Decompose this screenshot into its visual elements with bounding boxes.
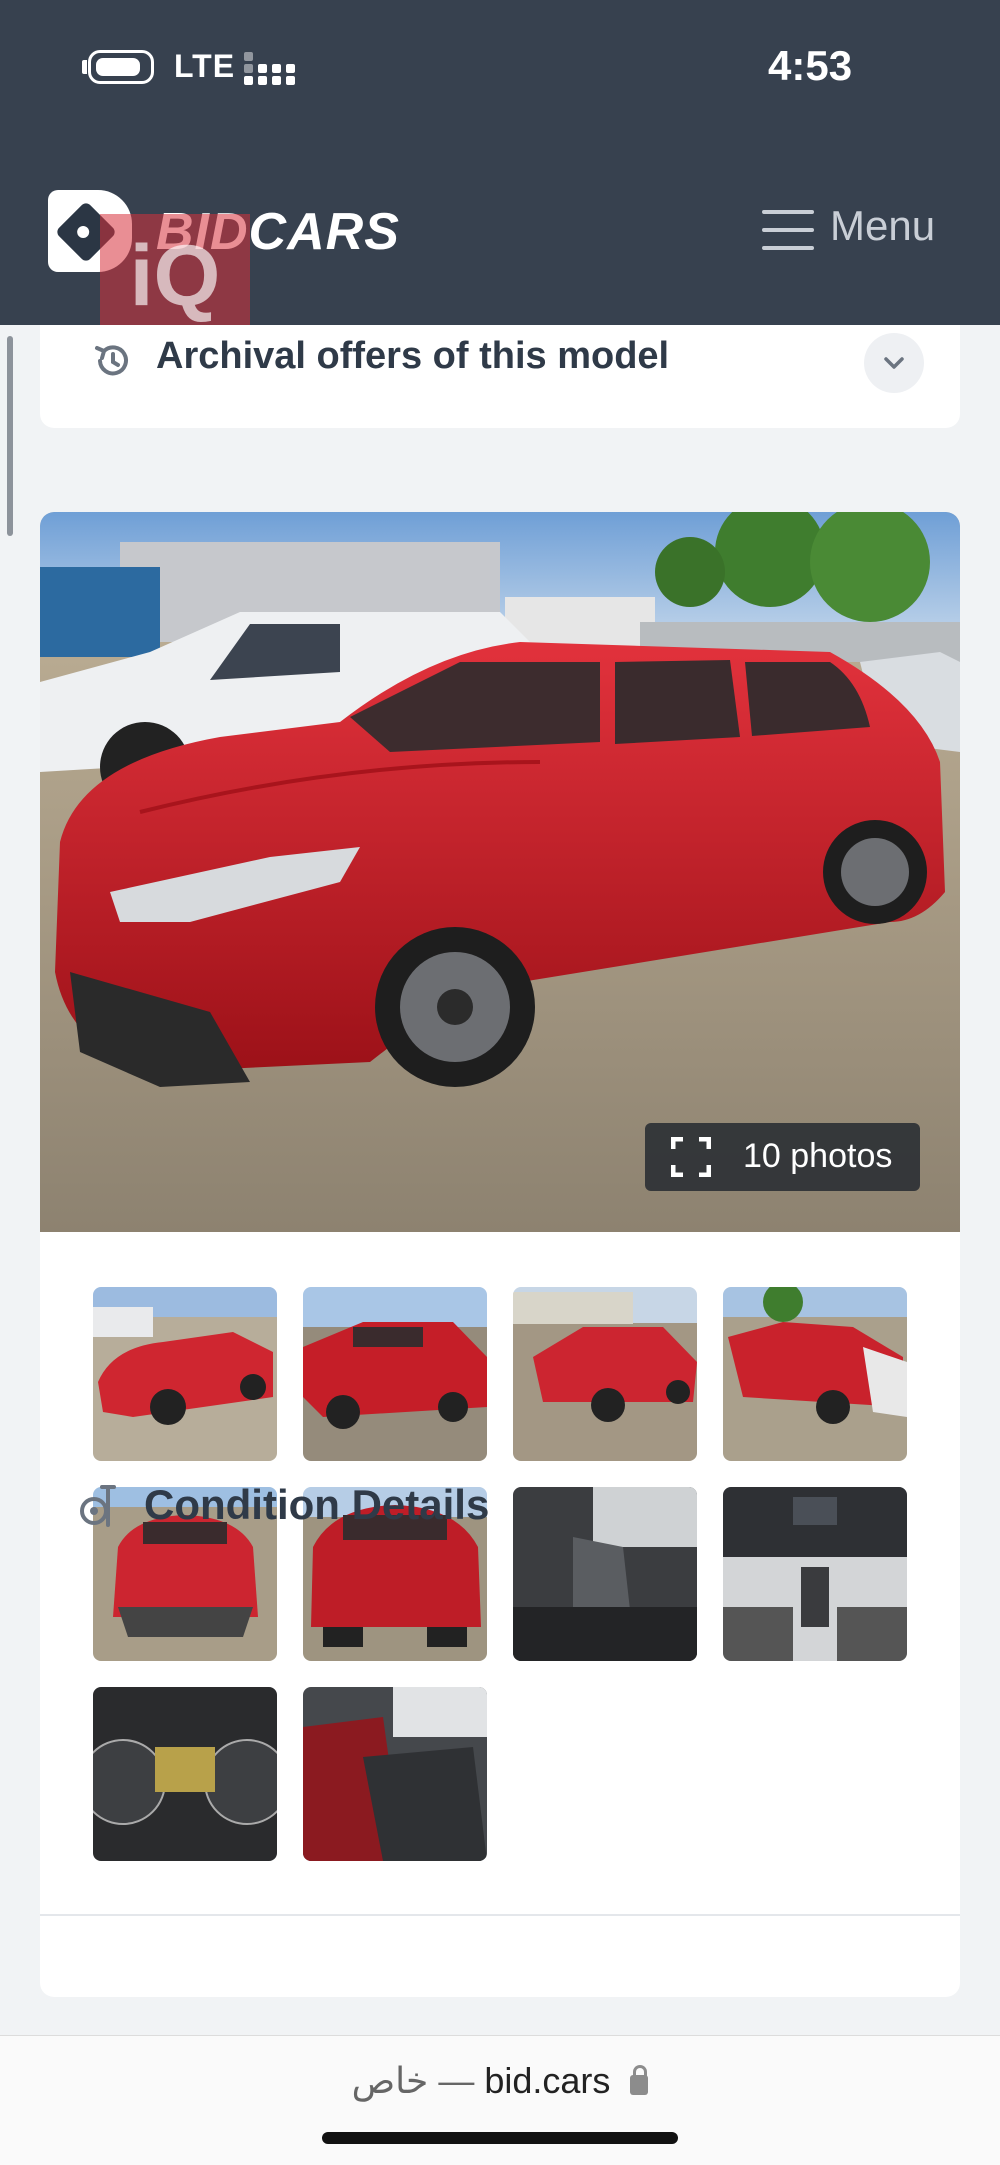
watermark-logo: iQ [100, 214, 250, 338]
network-label: LTE [174, 48, 236, 84]
menu-button[interactable]: Menu [760, 194, 940, 254]
wrench-gear-icon [80, 1485, 116, 1527]
battery-cap [82, 60, 87, 74]
url-separator: — [438, 2060, 475, 2101]
domain-label: bid.cars [484, 2060, 611, 2101]
thumb-damaged-front[interactable] [723, 1287, 907, 1461]
thumb-gauges[interactable] [93, 1687, 277, 1861]
photo-count-label: 10 photos [743, 1137, 893, 1175]
expand-button[interactable] [864, 333, 924, 393]
section-divider [40, 1914, 960, 1916]
status-bar: LTE 4:53 [0, 0, 1000, 140]
archival-offers-title: Archival offers of this model [156, 335, 670, 377]
photo-gallery: 10 photos [40, 512, 960, 1997]
browser-url-bar[interactable]: خاص — bid.cars [0, 2035, 1000, 2165]
view-photos-button[interactable]: 10 photos [645, 1123, 920, 1191]
url-text[interactable]: خاص — bid.cars [0, 2060, 1000, 2102]
fullscreen-icon [671, 1137, 711, 1177]
main-photo[interactable]: 10 photos [40, 512, 960, 1232]
archival-offers-panel[interactable]: Archival offers of this model [40, 325, 960, 428]
chevron-down-icon [884, 357, 904, 369]
thumb-rear-side[interactable] [513, 1287, 697, 1461]
battery-icon [88, 50, 154, 84]
history-icon [95, 345, 128, 376]
condition-details-title: Condition Details [144, 1481, 490, 1528]
condition-details-header: Condition Details [40, 1475, 960, 1545]
thumb-front-left[interactable] [93, 1287, 277, 1461]
menu-label: Menu [830, 202, 936, 249]
signal-icon [244, 52, 300, 85]
thumb-rear-right[interactable] [303, 1287, 487, 1461]
hamburger-icon [762, 210, 814, 252]
lock-icon [630, 2065, 649, 2095]
home-indicator[interactable] [322, 2132, 678, 2144]
private-label: خاص [351, 2060, 429, 2101]
thumb-rear-seats[interactable] [303, 1687, 487, 1861]
scrollbar[interactable] [7, 336, 13, 536]
clock: 4:53 [768, 42, 853, 89]
